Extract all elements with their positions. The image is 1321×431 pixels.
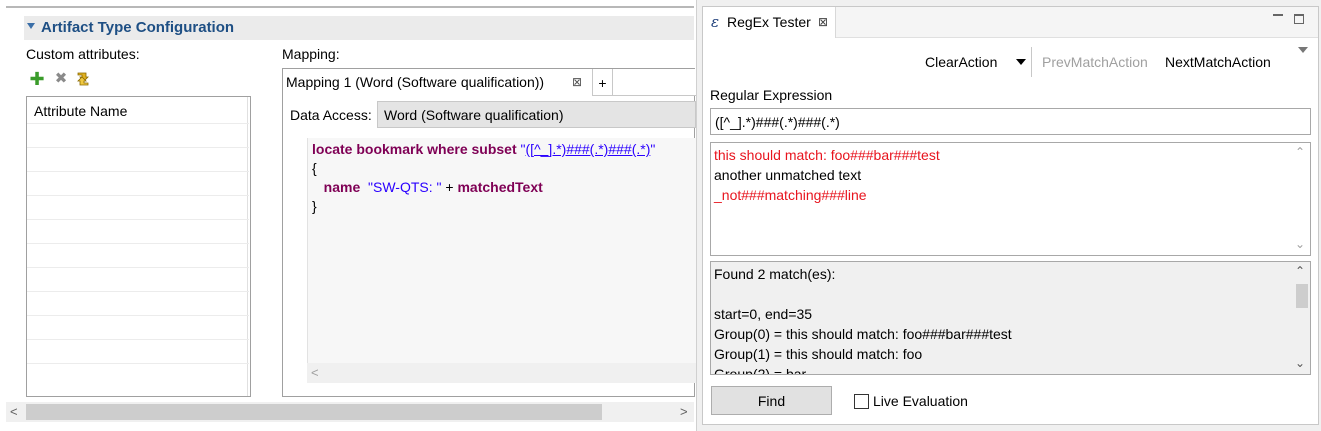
mapping-panel: Mapping 1 (Word (Software qualification)… xyxy=(282,68,696,397)
table-row[interactable] xyxy=(27,291,249,292)
horizontal-scrollbar[interactable]: < > xyxy=(6,402,694,422)
table-row[interactable] xyxy=(27,123,249,124)
scroll-left-icon[interactable]: < xyxy=(311,364,319,382)
regex-tester-icon: ε xyxy=(711,13,720,31)
code-line: { xyxy=(312,160,317,176)
test-text-area[interactable]: this should match: foo###bar###test anoth… xyxy=(710,142,1311,256)
regex-input[interactable] xyxy=(710,108,1311,135)
code-operator: + xyxy=(445,179,454,195)
mapping-code-editor[interactable]: locate bookmark where subset "([^_].*)##… xyxy=(307,138,696,383)
result-line: start=0, end=35 xyxy=(714,306,813,322)
artifact-config-panel: Artifact Type Configuration Custom attri… xyxy=(0,0,697,431)
minimize-icon[interactable] xyxy=(1273,11,1283,21)
data-access-label: Data Access: xyxy=(290,107,372,123)
attribute-name-column-header[interactable]: Attribute Name xyxy=(34,102,127,120)
code-line: locate bookmark where subset "([^_].*)##… xyxy=(312,140,655,159)
table-row[interactable] xyxy=(27,315,249,316)
result-line: Found 2 match(es): xyxy=(714,266,836,282)
live-evaluation-label[interactable]: Live Evaluation xyxy=(873,392,968,410)
code-line: name "SW-QTS: " + matchedText xyxy=(312,178,543,197)
code-line: } xyxy=(312,198,317,214)
view-title: RegEx Tester xyxy=(727,14,811,30)
chevron-up-icon[interactable]: ⌃ xyxy=(1295,264,1305,278)
find-button[interactable]: Find xyxy=(711,386,832,415)
result-line: Group(2) = bar xyxy=(714,366,807,375)
table-row[interactable] xyxy=(27,363,249,364)
toolbar-separator xyxy=(1031,47,1032,77)
next-match-action-button[interactable]: NextMatchAction xyxy=(1165,53,1271,71)
table-row[interactable] xyxy=(27,195,249,196)
live-evaluation-checkbox[interactable] xyxy=(854,394,869,409)
close-icon[interactable]: ⊠ xyxy=(572,73,582,91)
remove-icon[interactable]: ✖ xyxy=(53,71,69,87)
prev-match-action-button[interactable]: PrevMatchAction xyxy=(1042,53,1148,71)
column-divider xyxy=(247,97,248,396)
code-keyword: matchedText xyxy=(457,179,543,195)
chevron-up-icon[interactable]: ⌃ xyxy=(1295,145,1305,159)
close-icon[interactable]: ⊠ xyxy=(818,13,828,31)
tab-label: Mapping 1 (Word (Software qualification)… xyxy=(286,74,545,90)
add-mapping-tab-button[interactable]: + xyxy=(593,69,613,96)
table-row[interactable] xyxy=(27,219,249,220)
table-row[interactable] xyxy=(27,171,249,172)
code-keyword: locate bookmark where subset xyxy=(312,141,517,157)
view-tab-bar: ε RegEx Tester ⊠ xyxy=(703,7,1318,38)
tab-regex-tester[interactable]: ε RegEx Tester ⊠ xyxy=(703,7,836,38)
matched-test-line: _not###matching###line xyxy=(714,187,867,203)
mapping-tab-bar: Mapping 1 (Word (Software qualification)… xyxy=(283,69,696,96)
top-divider xyxy=(6,6,694,8)
result-line: Group(0) = this should match: foo###bar#… xyxy=(714,326,1012,342)
result-line: Group(1) = this should match: foo xyxy=(714,346,923,362)
code-horizontal-scrollbar[interactable]: < xyxy=(307,363,696,383)
code-string: "SW-QTS: " xyxy=(368,179,442,195)
edit-icon[interactable] xyxy=(75,71,91,87)
scroll-right-icon[interactable]: > xyxy=(680,403,688,421)
match-results-area[interactable]: Found 2 match(es): start=0, end=35 Group(0… xyxy=(710,261,1311,375)
test-line: another unmatched text xyxy=(714,167,862,183)
add-icon[interactable]: ✚ xyxy=(29,70,45,88)
table-row[interactable] xyxy=(27,147,249,148)
regular-expression-label: Regular Expression xyxy=(710,87,833,103)
code-string: " xyxy=(650,141,656,157)
maximize-icon[interactable] xyxy=(1294,14,1304,24)
custom-attributes-label: Custom attributes: xyxy=(26,46,140,62)
chevron-down-icon[interactable]: ⌄ xyxy=(1295,356,1305,370)
collapse-arrow-icon[interactable] xyxy=(27,23,35,29)
scrollbar-thumb[interactable] xyxy=(26,404,602,420)
regex-pattern-link[interactable]: ([^_].*)###(.*)###(.*) xyxy=(526,141,651,157)
chevron-down-icon[interactable]: ⌄ xyxy=(1295,237,1305,251)
table-row[interactable] xyxy=(27,267,249,268)
chevron-down-icon[interactable] xyxy=(1016,59,1026,65)
regex-tester-view: ε RegEx Tester ⊠ ClearAction PrevMatchAc… xyxy=(702,6,1319,425)
matched-test-line: this should match: foo###bar###test xyxy=(714,147,940,163)
table-row[interactable] xyxy=(27,243,249,244)
tab-mapping-1[interactable]: Mapping 1 (Word (Software qualification)… xyxy=(283,69,593,96)
attribute-table[interactable]: Attribute Name xyxy=(26,96,251,397)
table-row[interactable] xyxy=(27,339,249,340)
scrollbar-thumb[interactable] xyxy=(1296,284,1308,308)
view-menu-icon[interactable] xyxy=(1298,47,1308,53)
scroll-left-icon[interactable]: < xyxy=(10,403,18,421)
data-access-select[interactable]: Word (Software qualification) xyxy=(377,101,696,128)
mapping-label: Mapping: xyxy=(282,46,340,62)
section-title[interactable]: Artifact Type Configuration xyxy=(41,18,234,38)
clear-action-button[interactable]: ClearAction xyxy=(925,53,997,71)
code-keyword: name xyxy=(323,179,361,195)
